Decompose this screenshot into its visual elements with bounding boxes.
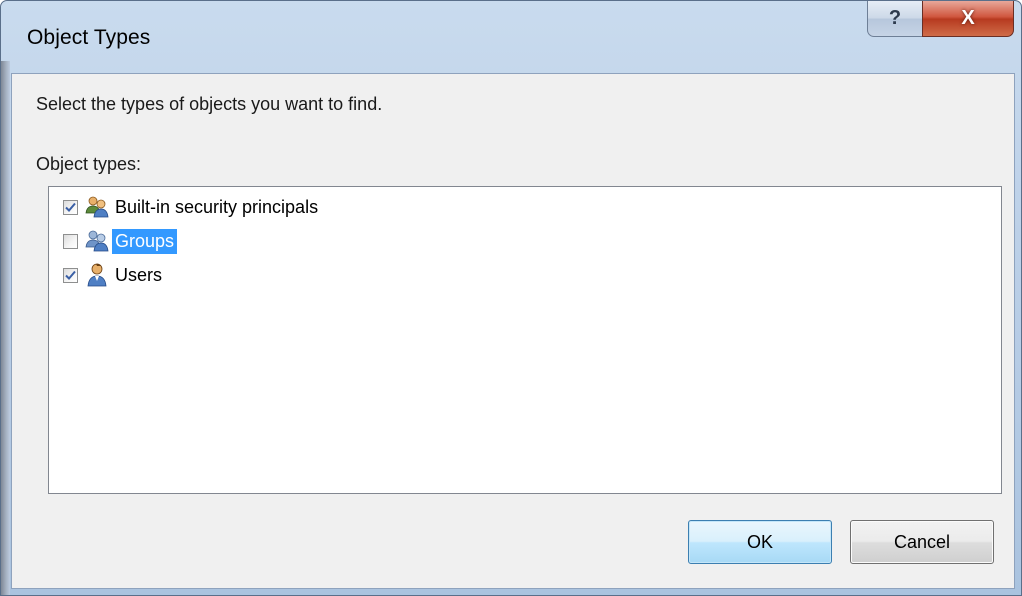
list-item-users[interactable]: Users xyxy=(63,261,165,289)
title-bar[interactable]: Object Types ? X xyxy=(1,1,1021,71)
instruction-text: Select the types of objects you want to … xyxy=(36,94,383,114)
checkbox-users[interactable] xyxy=(63,267,78,283)
object-types-list[interactable]: Built-in security principals Groups User… xyxy=(48,186,1002,494)
checkbox-groups[interactable] xyxy=(63,233,78,249)
list-item-label: Built-in security principals xyxy=(115,196,319,217)
help-button[interactable]: ? xyxy=(867,1,923,37)
list-item-built-in-security-principals[interactable]: Built-in security principals xyxy=(63,193,321,221)
close-icon: X xyxy=(961,7,975,29)
list-item-label: Users xyxy=(115,264,163,285)
user-icon xyxy=(87,263,107,287)
list-item-groups[interactable]: Groups xyxy=(63,227,178,255)
window-title: Object Types xyxy=(27,26,151,49)
object-types-label: Object types: xyxy=(36,154,142,174)
dialog-body: Select the types of objects you want to … xyxy=(11,73,1015,589)
help-icon: ? xyxy=(888,7,902,29)
group-users-icon xyxy=(85,196,109,218)
window-left-edge xyxy=(1,61,10,595)
checkmark-icon xyxy=(65,202,76,212)
object-types-dialog-window: Object Types ? X Select the types of obj… xyxy=(0,0,1022,596)
close-button[interactable]: X xyxy=(922,1,1014,37)
cancel-button[interactable]: Cancel xyxy=(850,520,994,564)
checkmark-icon xyxy=(65,270,76,280)
group-users-icon xyxy=(85,230,109,252)
list-item-label: Groups xyxy=(112,228,178,254)
checkbox-built-in-security-principals[interactable] xyxy=(63,199,78,215)
ok-button[interactable]: OK xyxy=(688,520,832,564)
